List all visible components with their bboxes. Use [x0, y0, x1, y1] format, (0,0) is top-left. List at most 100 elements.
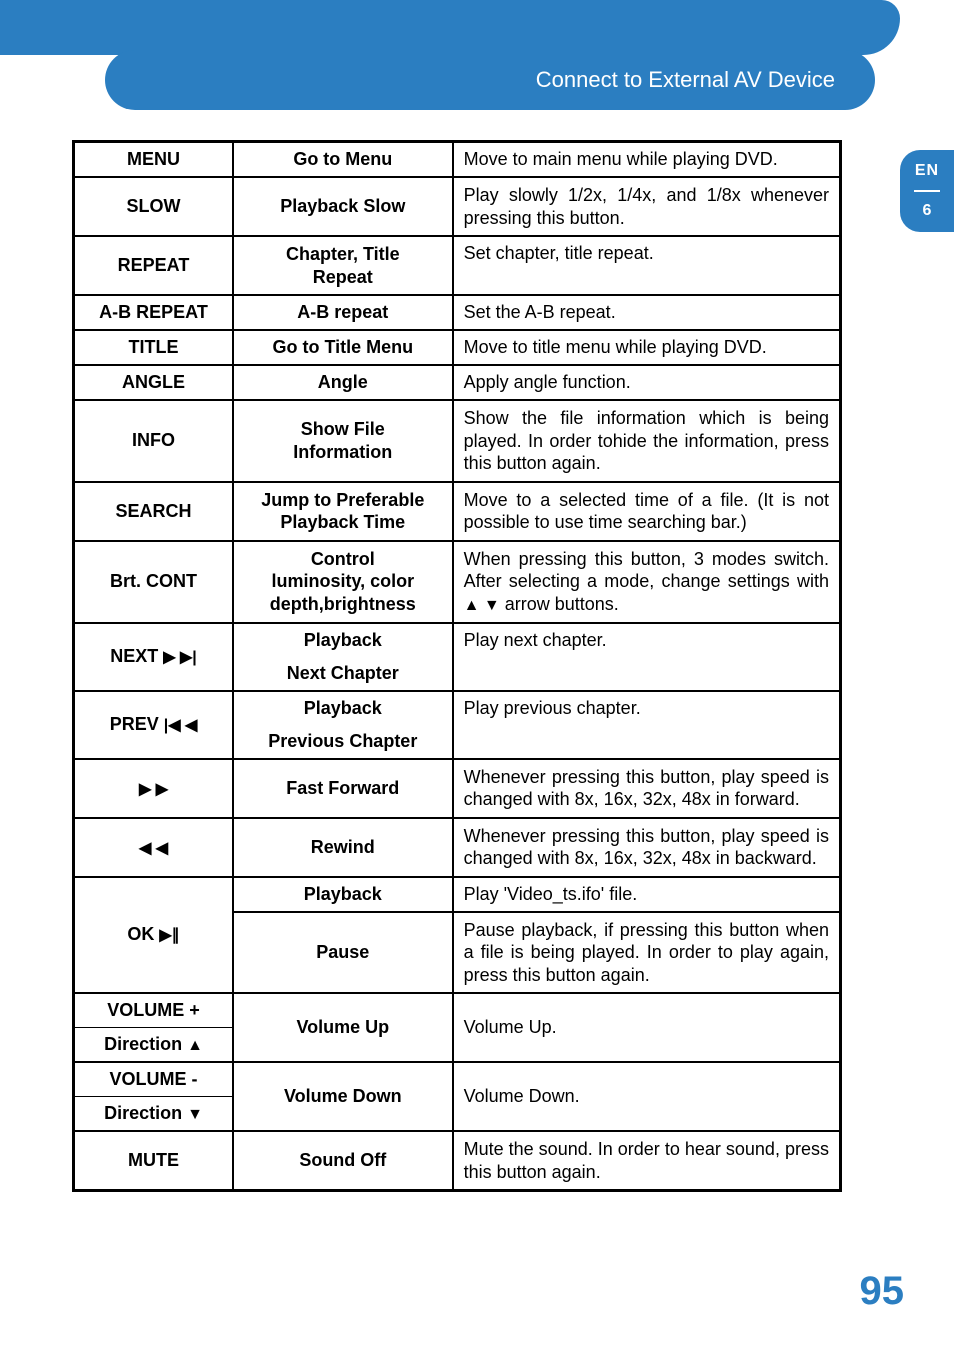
cell-desc: Play 'Video_ts.ifo' file.: [453, 877, 841, 912]
cell-key: VOLUME +: [74, 993, 234, 1028]
table-row: PREV |◀ ◀ Playback Play previous chapter…: [74, 691, 841, 725]
table-row: ◀ ◀ Rewind Whenever pressing this button…: [74, 818, 841, 877]
cell-desc: Whenever pressing this button, play spee…: [453, 759, 841, 818]
cell-desc: Play slowly 1/2x, 1/4x, and 1/8x wheneve…: [453, 177, 841, 236]
cell-name: Angle: [233, 365, 453, 400]
cell-desc: Show the file information which is being…: [453, 400, 841, 482]
cell-name: Show File Information: [233, 400, 453, 482]
side-tab-lang: EN: [900, 162, 954, 180]
table-row: A-B REPEAT A-B repeat Set the A-B repeat…: [74, 295, 841, 330]
remote-functions-table: MENU Go to Menu Move to main menu while …: [72, 140, 842, 1192]
table-row: NEXT ▶ ▶| Playback Play next chapter.: [74, 623, 841, 657]
cell-desc: Move to main menu while playing DVD.: [453, 142, 841, 178]
cell-name: Previous Chapter: [233, 725, 453, 759]
cell-desc: Volume Down.: [453, 1062, 841, 1131]
cell-desc-post: arrow buttons.: [500, 594, 619, 614]
cell-desc: Whenever pressing this button, play spee…: [453, 818, 841, 877]
cell-desc-pre: When pressing this button, 3 modes switc…: [464, 549, 829, 592]
table-row: VOLUME - Volume Down Volume Down.: [74, 1062, 841, 1097]
cell-desc: Pause playback, if pressing this button …: [453, 912, 841, 994]
cell-key: ▶ ▶: [74, 759, 234, 818]
cell-desc: When pressing this button, 3 modes switc…: [453, 541, 841, 623]
cell-desc: Volume Up.: [453, 993, 841, 1062]
cell-name: Playback: [233, 877, 453, 912]
cell-key-text: NEXT: [110, 646, 163, 666]
cell-desc: Move to a selected time of a file. (It i…: [453, 482, 841, 541]
header-bar: Connect to External AV Device: [105, 50, 875, 110]
cell-name: Control luminosity, color depth,brightne…: [233, 541, 453, 623]
cell-desc: Set the A-B repeat.: [453, 295, 841, 330]
cell-key: ANGLE: [74, 365, 234, 400]
cell-key-text: OK: [127, 924, 159, 944]
cell-desc: Mute the sound. In order to hear sound, …: [453, 1131, 841, 1191]
cell-name-line: Playback Time: [280, 512, 405, 532]
cell-key: SEARCH: [74, 482, 234, 541]
cell-key: TITLE: [74, 330, 234, 365]
cell-name: Go to Title Menu: [233, 330, 453, 365]
cell-name-line: Information: [293, 442, 392, 462]
cell-key: Direction ▲: [74, 1028, 234, 1063]
table-row: ▶ ▶ Fast Forward Whenever pressing this …: [74, 759, 841, 818]
cell-key: PREV |◀ ◀: [74, 691, 234, 759]
table-row: OK ▶∥ Playback Play 'Video_ts.ifo' file.: [74, 877, 841, 912]
cell-name: Volume Down: [233, 1062, 453, 1131]
side-tab: EN 6: [900, 150, 954, 232]
side-tab-chapter: 6: [900, 202, 954, 220]
top-curve: [0, 0, 900, 55]
cell-name-line: Chapter, Title: [286, 244, 400, 264]
cell-name: Playback: [233, 691, 453, 725]
cell-name-line: depth,brightness: [270, 594, 416, 614]
table-row: ANGLE Angle Apply angle function.: [74, 365, 841, 400]
cell-desc: Apply angle function.: [453, 365, 841, 400]
table-row: MENU Go to Menu Move to main menu while …: [74, 142, 841, 178]
fast-forward-icon: ▶ ▶: [139, 779, 168, 799]
cell-name: Go to Menu: [233, 142, 453, 178]
table-row: SLOW Playback Slow Play slowly 1/2x, 1/4…: [74, 177, 841, 236]
cell-key: ◀ ◀: [74, 818, 234, 877]
arrow-up-down-icon: ▲ ▼: [464, 596, 500, 616]
table-row: MUTE Sound Off Mute the sound. In order …: [74, 1131, 841, 1191]
cell-name: Playback: [233, 623, 453, 657]
side-tab-divider: [914, 190, 940, 192]
next-chapter-icon: ▶ ▶|: [163, 647, 197, 667]
arrow-down-icon: ▼: [187, 1106, 203, 1124]
cell-name: Jump to Preferable Playback Time: [233, 482, 453, 541]
cell-key: INFO: [74, 400, 234, 482]
cell-name-line: luminosity, color: [271, 571, 414, 591]
cell-key: OK ▶∥: [74, 877, 234, 994]
cell-name: A-B repeat: [233, 295, 453, 330]
cell-desc: Play next chapter.: [453, 623, 841, 691]
rewind-icon: ◀ ◀: [139, 838, 168, 858]
cell-name-line: Jump to Preferable: [261, 490, 424, 510]
arrow-up-icon: ▲: [187, 1037, 203, 1055]
play-pause-icon: ▶∥: [159, 925, 179, 945]
cell-key-text: PREV: [110, 714, 164, 734]
cell-key: Brt. CONT: [74, 541, 234, 623]
cell-key: SLOW: [74, 177, 234, 236]
cell-name: Next Chapter: [233, 657, 453, 691]
table-row: VOLUME + Volume Up Volume Up.: [74, 993, 841, 1028]
cell-desc: Move to title menu while playing DVD.: [453, 330, 841, 365]
cell-key-text: Direction: [104, 1103, 187, 1123]
cell-name: Volume Up: [233, 993, 453, 1062]
cell-key: NEXT ▶ ▶|: [74, 623, 234, 691]
cell-key: VOLUME -: [74, 1062, 234, 1097]
cell-key: MUTE: [74, 1131, 234, 1191]
table-row: SEARCH Jump to Preferable Playback Time …: [74, 482, 841, 541]
prev-chapter-icon: |◀ ◀: [164, 715, 198, 735]
page-number: 95: [860, 1269, 905, 1314]
cell-name: Pause: [233, 912, 453, 994]
cell-key: MENU: [74, 142, 234, 178]
cell-name-line: Repeat: [313, 267, 373, 287]
cell-desc: Play previous chapter.: [453, 691, 841, 759]
cell-name: Fast Forward: [233, 759, 453, 818]
table-row: REPEAT Chapter, Title Repeat Set chapter…: [74, 236, 841, 295]
table-row: TITLE Go to Title Menu Move to title men…: [74, 330, 841, 365]
header-title: Connect to External AV Device: [536, 67, 835, 93]
table-row: Brt. CONT Control luminosity, color dept…: [74, 541, 841, 623]
cell-name: Sound Off: [233, 1131, 453, 1191]
cell-key: A-B REPEAT: [74, 295, 234, 330]
cell-key: REPEAT: [74, 236, 234, 295]
cell-name-line: Show File: [301, 419, 385, 439]
cell-key: Direction ▼: [74, 1097, 234, 1132]
